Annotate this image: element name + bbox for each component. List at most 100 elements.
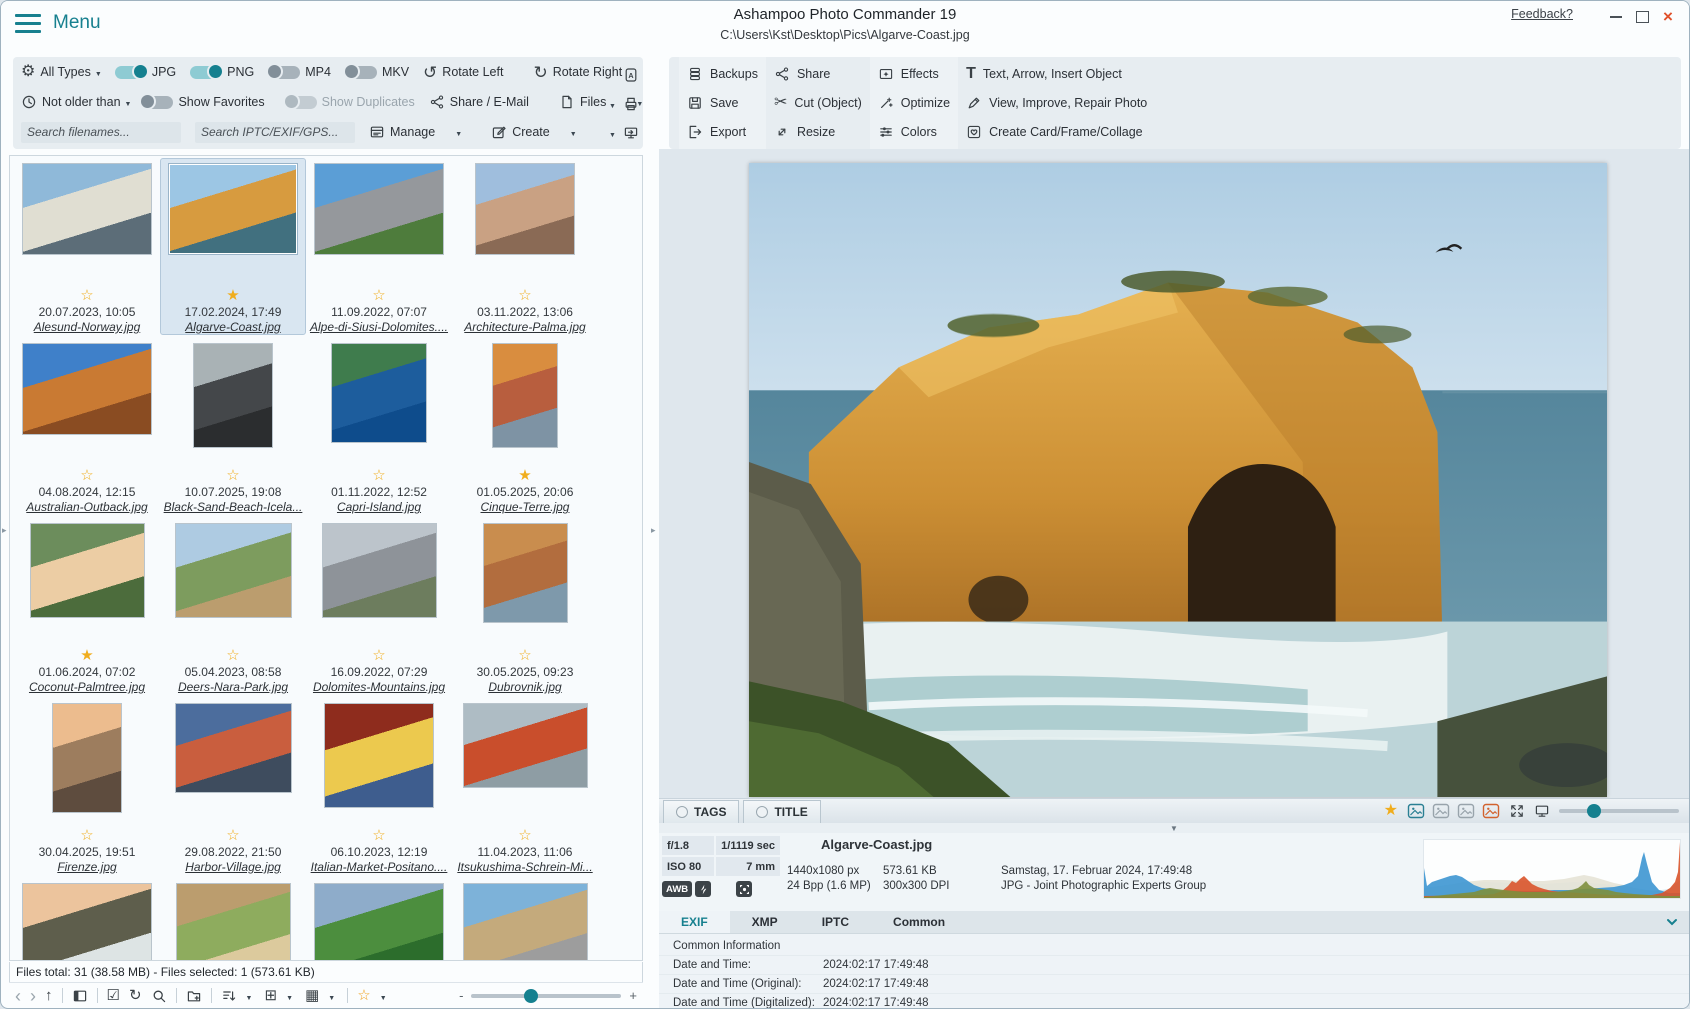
thumbnail-filename[interactable]: Deers-Nara-Park.jpg — [178, 680, 288, 694]
search-icon[interactable] — [151, 988, 167, 1004]
star-outline-icon[interactable]: ☆ — [518, 828, 531, 843]
create-card-frame-collage-button[interactable]: Create Card/Frame/Collage — [966, 119, 1147, 145]
thumbnail-filename[interactable]: Cinque-Terre.jpg — [481, 500, 570, 514]
view-grid-button[interactable]: ⊞ — [265, 988, 278, 1003]
rotate-left-button[interactable]: Rotate Left — [442, 65, 503, 79]
text-arrow-insert-object-button[interactable]: TText, Arrow, Insert Object — [966, 61, 1147, 87]
add-folder-button[interactable] — [186, 988, 202, 1004]
thumbnail-filename[interactable]: Algarve-Coast.jpg — [185, 320, 280, 334]
thumbnail-firenze-jpg[interactable]: ☆30.04.2025, 19:51Firenze.jpg — [14, 698, 160, 875]
thumbnail-alpe-di-siusi-dolomites[interactable]: ☆11.09.2022, 07:07Alpe-di-Siusi-Dolomite… — [306, 158, 452, 335]
thumbnail-filename[interactable]: Alpe-di-Siusi-Dolomites.... — [310, 320, 448, 334]
thumbnail-cinque-terre-jpg[interactable]: ★01.05.2025, 20:06Cinque-Terre.jpg — [452, 338, 598, 515]
thumbnail-filename[interactable]: Harbor-Village.jpg — [185, 860, 281, 874]
star-outline-icon[interactable]: ☆ — [372, 288, 385, 303]
chevron-down-icon[interactable] — [455, 125, 465, 139]
thumbnail-item[interactable] — [14, 878, 160, 961]
thumbnail-italian-market-positano[interactable]: ☆06.10.2023, 12:19Italian-Market-Positan… — [306, 698, 452, 875]
minimize-button[interactable] — [1605, 7, 1627, 27]
mp4-toggle[interactable] — [268, 66, 300, 79]
star-outline-icon[interactable]: ☆ — [80, 468, 93, 483]
feedback-link[interactable]: Feedback? — [1511, 7, 1573, 21]
tab-tags[interactable]: TAGS — [663, 800, 739, 823]
view-improve-repair-photo-button[interactable]: View, Improve, Repair Photo — [966, 90, 1147, 116]
refresh-button[interactable]: ↻ — [129, 988, 142, 1003]
viewer-zoom-slider[interactable] — [1559, 809, 1679, 813]
favorites-filter-button[interactable]: ☆ — [357, 988, 370, 1003]
thumbnail-capri-island-jpg[interactable]: ☆01.11.2022, 12:52Capri-Island.jpg — [306, 338, 452, 515]
thumbnail-filename[interactable]: Black-Sand-Beach-Icela... — [164, 500, 303, 514]
thumbnail-zoom-knob[interactable] — [524, 989, 538, 1003]
thumbnail-filename[interactable]: Dolomites-Mountains.jpg — [313, 680, 445, 694]
manage-dropdown[interactable]: Manage — [390, 125, 435, 139]
share-button[interactable]: Share — [774, 61, 862, 87]
close-button[interactable]: × — [1657, 7, 1679, 27]
effects-button[interactable]: Effects — [878, 61, 950, 87]
star-outline-icon[interactable]: ☆ — [226, 828, 239, 843]
thumbnail-alesund-norway-jpg[interactable]: ☆20.07.2023, 10:05Alesund-Norway.jpg — [14, 158, 160, 335]
show-favorites-toggle[interactable] — [141, 96, 173, 109]
collapse-left-panel-arrow[interactable]: ▸ — [2, 525, 7, 536]
star-outline-icon[interactable]: ☆ — [80, 828, 93, 843]
print-button[interactable] — [623, 96, 639, 112]
thumbnail-deers-nara-park-jpg[interactable]: ☆05.04.2023, 08:58Deers-Nara-Park.jpg — [160, 518, 306, 695]
select-mode-button[interactable]: ☑ — [107, 988, 120, 1003]
monitor-icon[interactable] — [1534, 803, 1550, 819]
thumbnail-dolomites-mountains-jpg[interactable]: ☆16.09.2022, 07:29Dolomites-Mountains.jp… — [306, 518, 452, 695]
thumbnail-australian-outback-jpg[interactable]: ☆04.08.2024, 12:15Australian-Outback.jpg — [14, 338, 160, 515]
thumbnail-item[interactable] — [306, 878, 452, 961]
star-filled-icon[interactable]: ★ — [226, 288, 239, 303]
thumbnail-filename[interactable]: Dubrovnik.jpg — [488, 680, 561, 694]
thumbnail-black-sand-beach-icela[interactable]: ☆10.07.2025, 19:08Black-Sand-Beach-Icela… — [160, 338, 306, 515]
thumbnail-filename[interactable]: Australian-Outback.jpg — [26, 500, 147, 514]
forward-button[interactable]: › — [30, 987, 36, 1005]
star-outline-icon[interactable]: ☆ — [226, 468, 239, 483]
star-outline-icon[interactable]: ☆ — [80, 288, 93, 303]
thumbnail-size-button[interactable]: ▦ — [305, 988, 319, 1003]
backups-button[interactable]: Backups — [687, 61, 758, 87]
chevron-down-icon[interactable] — [1665, 915, 1679, 934]
viewer-zoom-knob[interactable] — [1587, 804, 1601, 818]
menu-button[interactable]: Menu — [15, 12, 101, 34]
chevron-down-icon[interactable] — [380, 987, 390, 1005]
chevron-down-icon[interactable] — [570, 125, 580, 139]
zoom-in-button[interactable]: + — [629, 988, 637, 1003]
view-mode-2-icon[interactable] — [1432, 802, 1450, 820]
pane-splitter[interactable]: ▸ — [651, 53, 659, 1008]
tab-xmp[interactable]: XMP — [730, 911, 800, 933]
thumbnail-filename[interactable]: Architecture-Palma.jpg — [464, 320, 585, 334]
maximize-button[interactable] — [1631, 7, 1653, 27]
tab-exif[interactable]: EXIF — [659, 911, 730, 933]
chevron-down-icon[interactable] — [125, 95, 132, 109]
star-outline-icon[interactable]: ☆ — [226, 648, 239, 663]
thumbnail-zoom-slider[interactable] — [471, 994, 621, 998]
mkv-toggle[interactable] — [345, 66, 377, 79]
cut-object-button[interactable]: ✂Cut (Object) — [774, 90, 862, 116]
thumbnail-algarve-coast-jpg[interactable]: ★17.02.2024, 17:49Algarve-Coast.jpg — [160, 158, 306, 335]
view-mode-4-icon[interactable] — [1482, 802, 1500, 820]
colors-button[interactable]: Colors — [878, 119, 950, 145]
main-photo-image[interactable] — [749, 163, 1607, 797]
thumbnail-coconut-palmtree-jpg[interactable]: ★01.06.2024, 07:02Coconut-Palmtree.jpg — [14, 518, 160, 695]
thumbnail-item[interactable] — [160, 878, 306, 961]
thumbnail-itsukushima-schrein-mi[interactable]: ☆11.04.2023, 11:06Itsukushima-Schrein-Mi… — [452, 698, 598, 875]
thumbnail-filename[interactable]: Capri-Island.jpg — [337, 500, 421, 514]
view-mode-3-icon[interactable] — [1457, 802, 1475, 820]
fullscreen-icon[interactable] — [1509, 803, 1525, 819]
star-outline-icon[interactable]: ☆ — [372, 828, 385, 843]
star-outline-icon[interactable]: ☆ — [518, 288, 531, 303]
resize-button[interactable]: Resize — [774, 119, 862, 145]
tab-iptc[interactable]: IPTC — [800, 911, 871, 933]
create-dropdown[interactable]: Create — [512, 125, 550, 139]
up-folder-button[interactable]: ↑ — [45, 988, 53, 1003]
thumbnail-filename[interactable]: Coconut-Palmtree.jpg — [29, 680, 145, 694]
thumbnail-item[interactable] — [452, 878, 598, 961]
chevron-down-icon[interactable] — [328, 987, 338, 1005]
thumbnail-filename[interactable]: Italian-Market-Positano.... — [311, 860, 448, 874]
thumbnail-architecture-palma-jpg[interactable]: ☆03.11.2022, 13:06Architecture-Palma.jpg — [452, 158, 598, 335]
star-outline-icon[interactable]: ☆ — [372, 648, 385, 663]
jpg-toggle[interactable] — [115, 66, 147, 79]
search-filenames-input[interactable] — [21, 122, 181, 143]
not-older-than-dropdown[interactable]: Not older than — [42, 95, 121, 109]
view-mode-1-icon[interactable] — [1407, 802, 1425, 820]
